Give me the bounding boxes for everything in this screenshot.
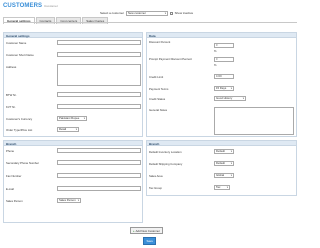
btw-nr-label: BTW Nr. xyxy=(6,93,17,97)
general-notes-textarea[interactable] xyxy=(214,107,294,135)
branch-defaults-panel: Branch Default Inventory Location Defaul… xyxy=(146,140,297,196)
prompt-discount-percent-sign: % xyxy=(214,63,217,67)
page-subtitle: Customer xyxy=(44,4,58,8)
discount-percent-sign: % xyxy=(214,49,217,53)
chevron-down-icon: ▾ xyxy=(164,11,167,15)
sales-person-label: Sales Person xyxy=(6,199,23,203)
tab-sales-quotes[interactable]: Sales Quotes xyxy=(82,17,109,24)
save-button[interactable]: Save xyxy=(143,237,157,245)
sales-area-label: Sales Area xyxy=(149,174,163,178)
add-customer-button[interactable]: + Add New Customer xyxy=(130,227,163,235)
phone-label: Phone xyxy=(6,149,15,153)
discount-input[interactable]: 0 xyxy=(214,43,234,48)
customer-name-input[interactable] xyxy=(57,40,141,45)
email-label: E-mail xyxy=(6,187,14,191)
chevron-down-icon: ▾ xyxy=(230,161,232,165)
kvt-nr-input[interactable] xyxy=(57,104,141,109)
shipping-company-label: Default Shipping Company xyxy=(149,162,183,166)
discount-label: Discount Percent xyxy=(149,40,171,44)
btw-nr-input[interactable] xyxy=(57,92,141,97)
credit-status-select[interactable]: Good History ▾ xyxy=(214,96,246,101)
fax-input[interactable] xyxy=(57,173,141,178)
order-type-label: Order Type/Price List xyxy=(6,128,33,132)
show-inactive-label: Show inactive xyxy=(174,11,194,16)
branch-contact-header: Branch xyxy=(4,141,142,146)
customer-select-label: Select a customer xyxy=(100,11,125,16)
currency-label: Customer's Currency xyxy=(6,117,33,121)
phone-input[interactable] xyxy=(57,148,141,153)
order-type-select-value: Retail xyxy=(59,127,67,132)
page-title: CUSTOMERS Customer xyxy=(3,3,58,9)
branch-contact-panel: Branch Phone Secondary Phone Number Fax … xyxy=(3,140,143,223)
page-title-text: CUSTOMERS xyxy=(3,3,43,9)
sales-area-select[interactable]: Global ▾ xyxy=(214,173,234,178)
address-textarea[interactable] xyxy=(57,64,141,86)
tab-bar: General settings Contacts Cost centers S… xyxy=(3,17,109,24)
prompt-discount-input[interactable]: 0 xyxy=(214,57,234,62)
email-input[interactable] xyxy=(57,186,141,191)
show-inactive-checkbox[interactable] xyxy=(170,11,173,15)
tab-contacts[interactable]: Contacts xyxy=(35,17,56,24)
secondary-phone-input[interactable] xyxy=(57,160,141,165)
chevron-down-icon: ▾ xyxy=(230,86,232,90)
chevron-down-icon: ▾ xyxy=(77,198,79,202)
sales-person-select-value: Sales Person xyxy=(59,198,76,203)
currency-select-value: Pakistani Rupee xyxy=(59,116,80,121)
currency-select[interactable]: Pakistani Rupee ▾ xyxy=(57,116,87,121)
kvt-nr-label: KVT Nr. xyxy=(6,105,16,109)
customer-name-label: Customer Name xyxy=(6,41,27,45)
tab-cost-centers[interactable]: Cost centers xyxy=(56,17,82,24)
customer-select-value: New customer xyxy=(128,11,146,16)
chevron-down-icon: ▾ xyxy=(230,149,232,153)
credit-limit-input[interactable]: 1000 xyxy=(214,74,234,79)
order-type-select[interactable]: Retail ▾ xyxy=(57,127,79,132)
credit-status-label: Credit Status xyxy=(149,97,166,101)
customer-selector-bar: Select a customer New customer ▾ Show in… xyxy=(100,11,193,16)
prompt-discount-value: 0 xyxy=(216,57,218,61)
inventory-location-select-value: Default xyxy=(216,149,225,154)
payment-terms-label: Payment Terms xyxy=(149,87,169,91)
chevron-down-icon: ▾ xyxy=(226,185,228,189)
inventory-location-label: Default Inventory Location xyxy=(149,150,182,154)
customer-short-name-label: Customer Short Name xyxy=(6,53,34,57)
branch-defaults-header: Branch xyxy=(147,141,296,146)
tax-group-select[interactable]: Tax ▾ xyxy=(214,185,230,190)
chevron-down-icon: ▾ xyxy=(242,96,244,100)
credit-limit-value: 1000 xyxy=(216,74,222,78)
chevron-down-icon: ▾ xyxy=(230,173,232,177)
credit-status-select-value: Good History xyxy=(216,96,233,101)
discount-value: 0 xyxy=(216,43,218,47)
customer-select[interactable]: New customer ▾ xyxy=(126,11,169,16)
secondary-phone-label: Secondary Phone Number xyxy=(6,161,39,165)
tab-general-settings[interactable]: General settings xyxy=(3,17,35,24)
plus-icon: + xyxy=(133,228,135,233)
fax-label: Fax Number xyxy=(6,174,22,178)
shipping-company-select[interactable]: Default ▾ xyxy=(214,161,234,166)
data-header: Data xyxy=(147,33,296,38)
general-settings-panel: General settings Customer Name Customer … xyxy=(3,32,143,137)
payment-terms-select[interactable]: 15 Days ▾ xyxy=(214,86,234,91)
general-notes-label: General Notes xyxy=(149,108,168,112)
address-label: Address xyxy=(6,65,17,69)
sales-area-select-value: Global xyxy=(216,173,225,178)
chevron-down-icon: ▾ xyxy=(83,116,85,120)
chevron-down-icon: ▾ xyxy=(75,127,77,131)
data-panel: Data Discount Percent 0 % Prompt Payment… xyxy=(146,32,297,137)
inventory-location-select[interactable]: Default ▾ xyxy=(214,149,234,154)
customer-short-name-input[interactable] xyxy=(57,52,141,57)
sales-person-select[interactable]: Sales Person ▾ xyxy=(57,198,81,203)
tax-group-label: Tax Group xyxy=(149,186,162,190)
credit-limit-label: Credit Limit xyxy=(149,75,164,79)
tax-group-select-value: Tax xyxy=(216,185,221,190)
general-settings-header: General settings xyxy=(4,33,142,38)
add-customer-label: Add New Customer xyxy=(135,228,160,233)
payment-terms-select-value: 15 Days xyxy=(216,86,227,91)
prompt-discount-label: Prompt Payment Discount Percent xyxy=(149,57,192,61)
shipping-company-select-value: Default xyxy=(216,161,225,166)
